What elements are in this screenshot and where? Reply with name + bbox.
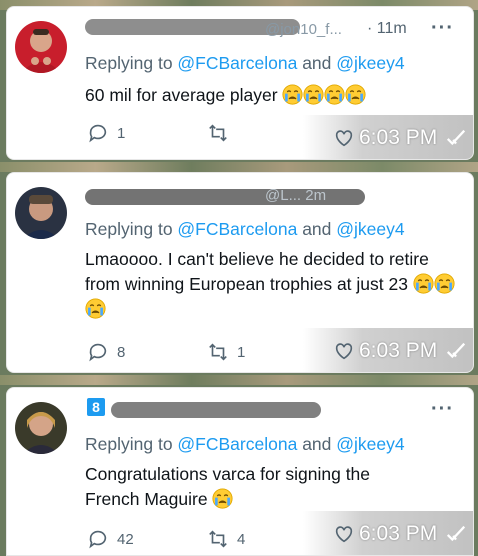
more-options-icon[interactable]: ···: [431, 398, 454, 421]
crying-emoji-icon: [282, 84, 304, 105]
like-icon[interactable]: [333, 523, 355, 545]
tweet-text: 60 mil for average player: [85, 83, 465, 108]
mention-link[interactable]: @FCBarcelona: [177, 434, 297, 454]
reply-count: 1: [117, 124, 126, 142]
timestamp: 6:03 PM: [359, 126, 438, 149]
like-icon[interactable]: [333, 127, 355, 149]
crying-emoji-icon: [212, 488, 233, 509]
timestamp: 6:03 PM: [359, 522, 438, 545]
mention-link[interactable]: @jkeey4: [336, 53, 404, 73]
photo-timestamp-overlay: 6:03 PM: [303, 115, 473, 159]
username-handle[interactable]: @jon10_f...: [265, 21, 342, 38]
reply-count: 42: [117, 530, 134, 548]
retweet-icon: [209, 124, 227, 142]
photo-timestamp-overlay: 6:03 PM: [303, 328, 473, 372]
retweet-count: 1: [237, 343, 246, 361]
reply-button[interactable]: 42: [87, 528, 134, 550]
timestamp: 6:03 PM: [359, 339, 438, 362]
crying-emoji-icon: [324, 84, 346, 105]
checkmark-icon: [446, 525, 466, 542]
reply-icon: [89, 343, 107, 362]
reply-icon: [89, 530, 107, 549]
replying-to: Replying to @FCBarcelona and @jkeey4: [85, 219, 405, 239]
photo-timestamp-overlay: 6:03 PM: [303, 511, 473, 555]
tweet-text: Lmaoooo. I can't believe he decided to r…: [85, 247, 455, 322]
tweet-time[interactable]: · 11m: [367, 20, 407, 38]
retweet-button[interactable]: [207, 122, 237, 144]
redacted-name: [111, 402, 321, 418]
tweet-header: @jon10_f... · 11m ···: [85, 17, 460, 41]
replying-to: Replying to @FCBarcelona and @jkeey4: [85, 434, 405, 454]
tweet-header: @L... 2m: [85, 183, 460, 207]
background-strip: [0, 162, 478, 172]
avatar[interactable]: [15, 187, 67, 239]
more-options-icon[interactable]: ···: [431, 17, 454, 40]
replying-to: Replying to @FCBarcelona and @jkeey4: [85, 53, 405, 73]
mention-link[interactable]: @jkeey4: [336, 219, 404, 239]
checkmark-icon: [446, 342, 466, 359]
tweet-text: Congratulations varca for signing the Fr…: [85, 464, 371, 509]
avatar[interactable]: [15, 21, 67, 73]
retweet-button[interactable]: 4: [207, 528, 245, 550]
crying-emoji-group: [282, 84, 367, 105]
reply-button[interactable]: 1: [87, 122, 125, 144]
crying-emoji-icon: [434, 273, 455, 294]
reply-icon: [89, 124, 107, 143]
avatar[interactable]: [15, 402, 67, 454]
tweet-card[interactable]: 8 ··· Replying to @FCBarcelona and @jkee…: [6, 387, 474, 556]
username-handle[interactable]: @L... 2m: [265, 187, 326, 204]
checkmark-icon: [446, 129, 466, 146]
crying-emoji-icon: [303, 84, 325, 105]
mention-link[interactable]: @jkeey4: [336, 434, 404, 454]
crying-emoji-group: [212, 488, 233, 509]
retweet-count: 4: [237, 530, 246, 548]
like-icon[interactable]: [333, 340, 355, 362]
tweet-card[interactable]: @L... 2m Replying to @FCBarcelona and @j…: [6, 172, 474, 373]
tweet-header: 8 ···: [85, 398, 460, 422]
retweet-icon: [209, 343, 227, 361]
retweet-icon: [209, 530, 227, 548]
crying-emoji-icon: [413, 273, 434, 294]
crying-emoji-icon: [345, 84, 367, 105]
mention-link[interactable]: @FCBarcelona: [177, 53, 297, 73]
background-strip: [0, 375, 478, 385]
reply-count: 8: [117, 343, 126, 361]
reply-button[interactable]: 8: [87, 341, 125, 363]
retweet-button[interactable]: 1: [207, 341, 245, 363]
number-badge: 8: [87, 398, 105, 416]
mention-link[interactable]: @FCBarcelona: [177, 219, 297, 239]
tweet-card[interactable]: @jon10_f... · 11m ··· Replying to @FCBar…: [6, 6, 474, 160]
crying-emoji-icon: [85, 298, 106, 319]
